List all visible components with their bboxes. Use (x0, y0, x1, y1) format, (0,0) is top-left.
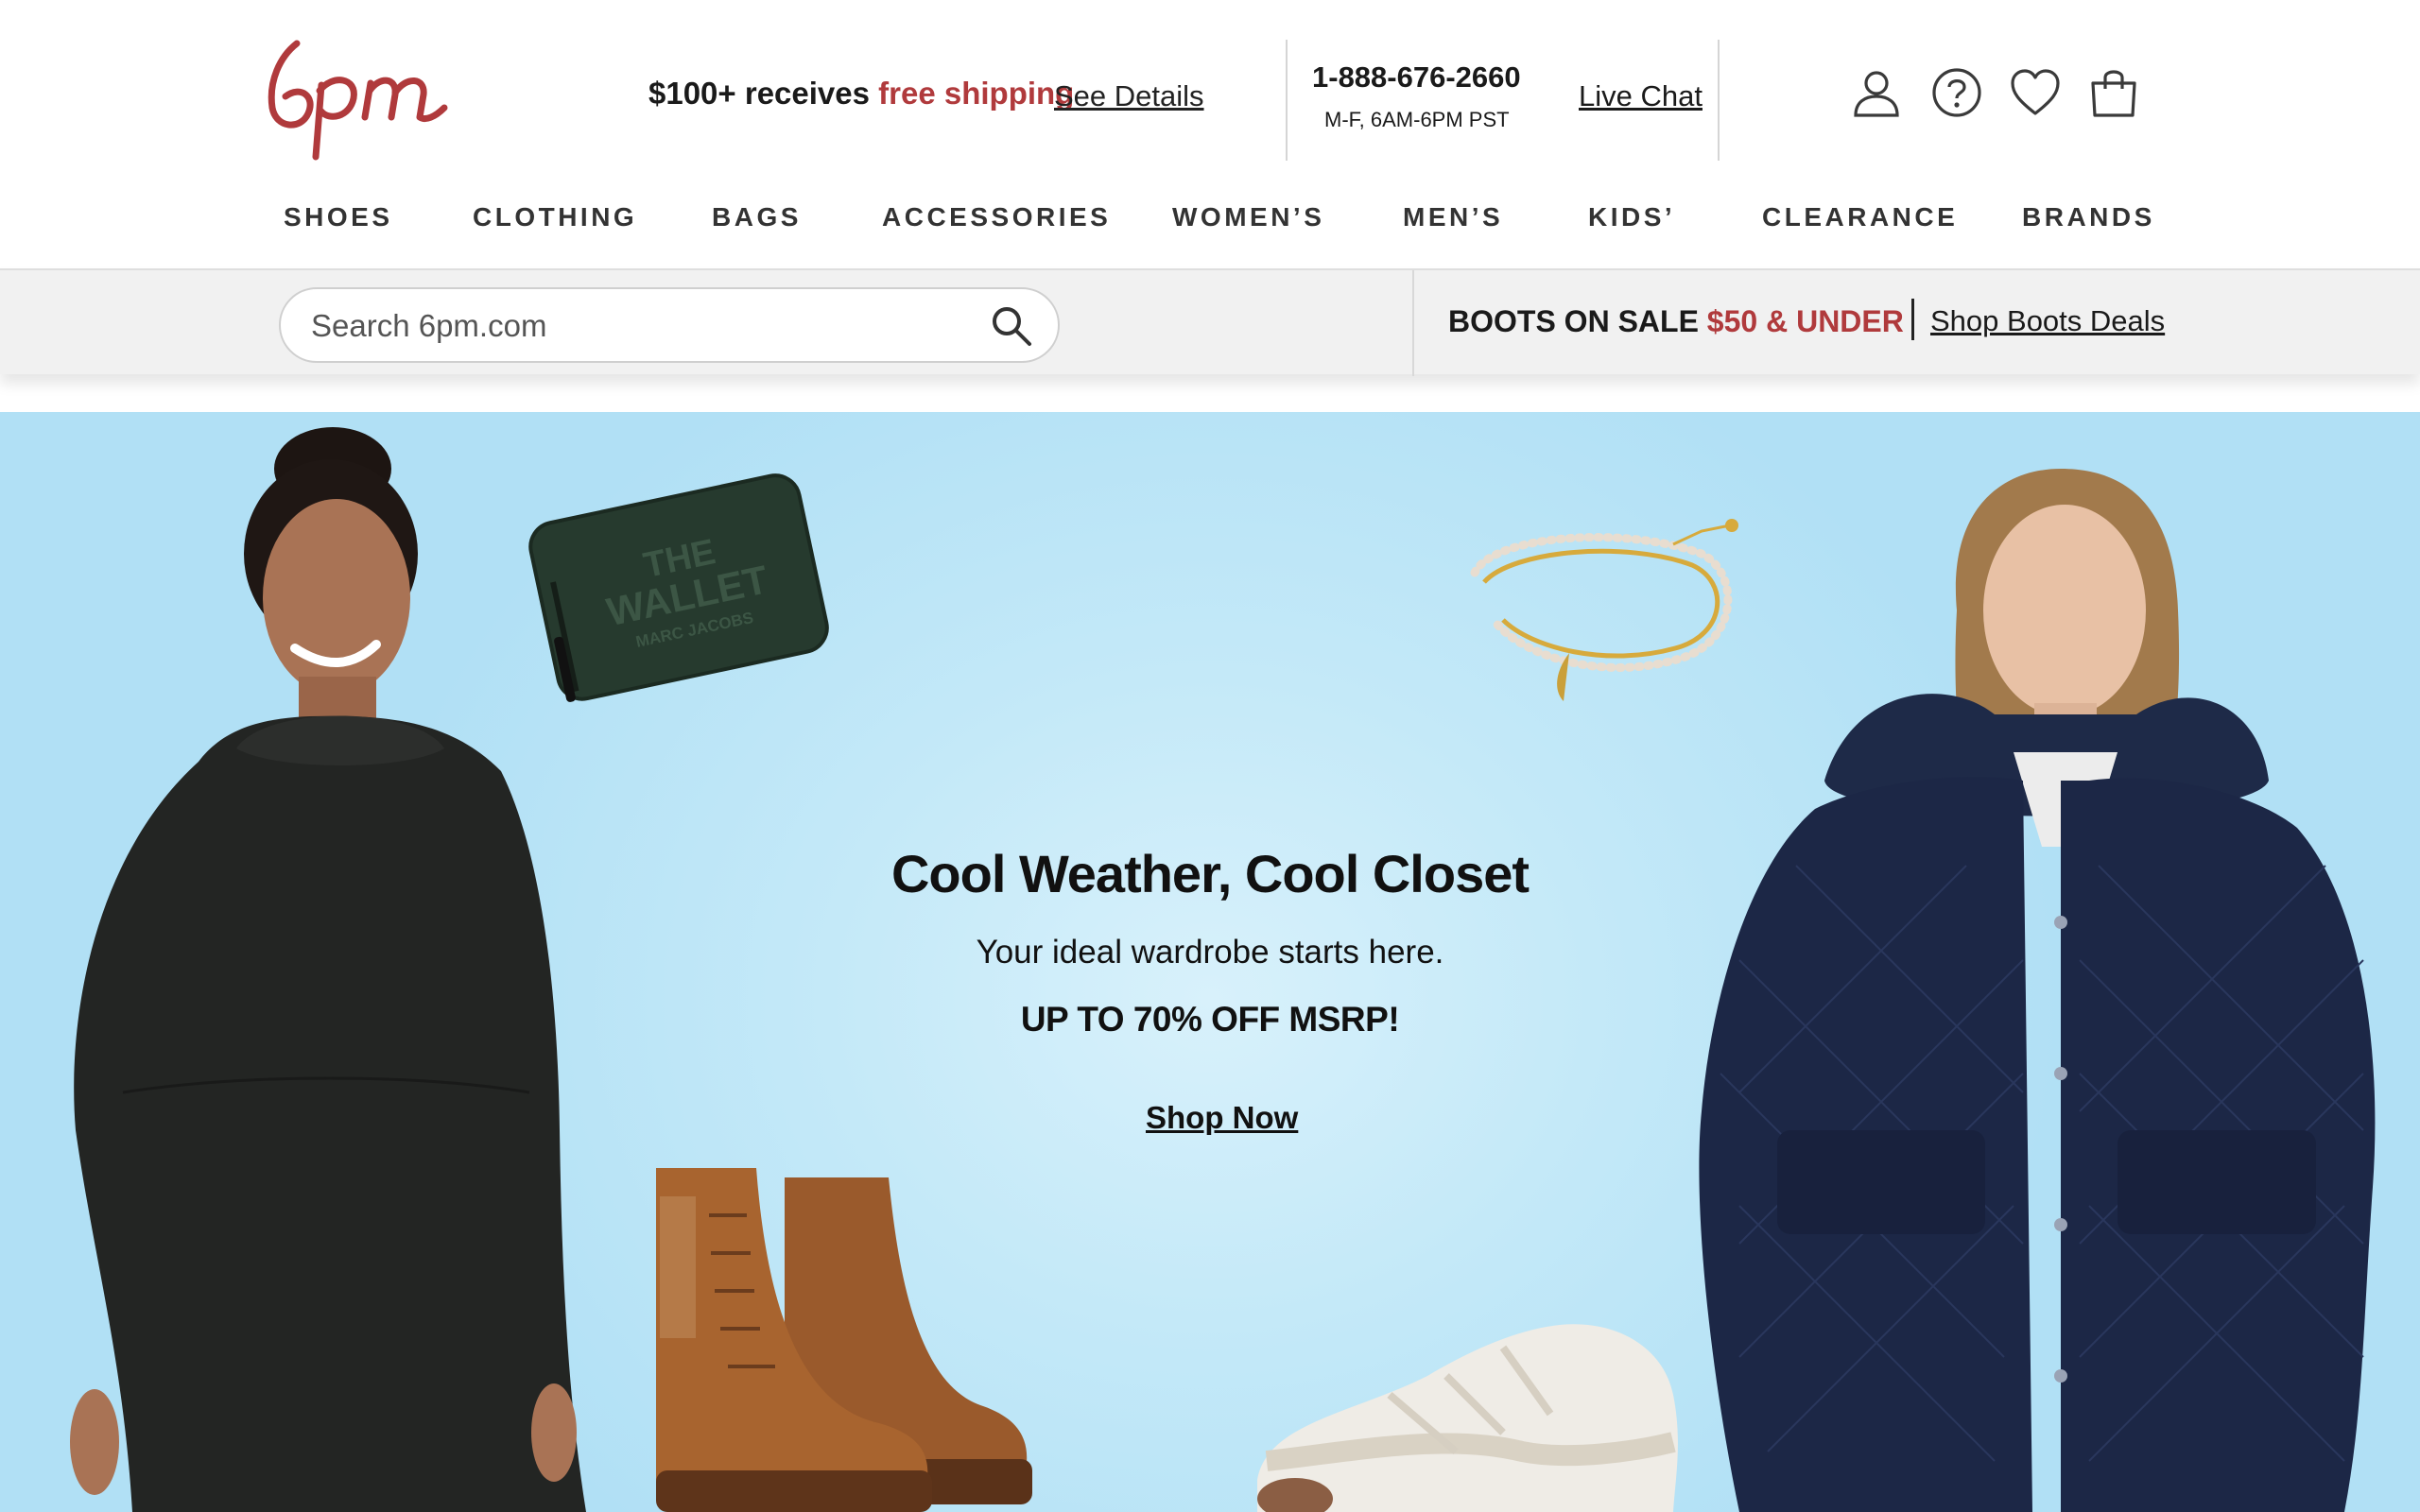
header-divider (1286, 40, 1288, 161)
boots-promo-highlight: $50 & UNDER (1706, 304, 1904, 338)
promo-separator (1911, 299, 1914, 340)
site-header: $100+ receives free shipping See Details… (0, 0, 2420, 170)
live-chat-link[interactable]: Live Chat (1579, 79, 1703, 113)
shop-boots-deals-link[interactable]: Shop Boots Deals (1930, 304, 2165, 338)
hero-subtitle: Your ideal wardrobe starts here. (976, 934, 1444, 971)
nav-item-kids[interactable]: KIDS’ (1588, 202, 1675, 232)
hero-banner[interactable]: THE WALLET MARC JACOBS Cool Weather, Coo… (0, 412, 2420, 1512)
boots-promo-text: BOOTS ON SALE (1448, 304, 1707, 338)
nav-item-brands[interactable]: BRANDS (2022, 202, 2155, 232)
free-shipping-promo: $100+ receives free shipping (648, 76, 1074, 112)
shop-now-button[interactable]: Shop Now (1146, 1100, 1298, 1136)
nav-item-bags[interactable]: BAGS (712, 202, 802, 232)
customer-service-phone[interactable]: 1-888-676-2660 (1312, 60, 1521, 94)
search-icon[interactable] (988, 302, 1035, 350)
marc-jacobs-wallet-image[interactable]: THE WALLET MARC JACOBS (525, 469, 837, 705)
logo-6pm-icon (268, 40, 448, 161)
favorites-heart-icon[interactable] (2009, 66, 2062, 119)
account-icon[interactable] (1850, 66, 1903, 119)
nav-item-clearance[interactable]: CLEARANCE (1762, 202, 1958, 232)
model-navy-jacket-image[interactable] (1683, 469, 2382, 1512)
nav-item-womens[interactable]: WOMEN’S (1172, 202, 1324, 232)
search-strip-divider (1412, 270, 1414, 376)
site-logo[interactable] (263, 36, 458, 161)
nav-item-clothing[interactable]: CLOTHING (473, 202, 637, 232)
shipping-promo-highlight: free shipping (878, 76, 1075, 111)
see-details-link[interactable]: See Details (1054, 79, 1204, 113)
search-box (279, 287, 1060, 363)
brown-combat-boots-image[interactable] (643, 1159, 1040, 1512)
nav-item-shoes[interactable]: SHOES (284, 202, 393, 232)
boots-sale-promo: BOOTS ON SALE $50 & UNDER (1448, 304, 1904, 339)
search-strip: BOOTS ON SALE $50 & UNDER Shop Boots Dea… (0, 268, 2420, 376)
help-icon[interactable] (1930, 66, 1983, 119)
nav-item-accessories[interactable]: ACCESSORIES (882, 202, 1111, 232)
header-divider (1718, 40, 1720, 161)
customer-service-hours: M-F, 6AM-6PM PST (1324, 108, 1510, 131)
shopping-bag-icon[interactable] (2087, 66, 2140, 119)
search-input[interactable] (311, 304, 935, 348)
shipping-promo-text: $100+ receives (648, 76, 879, 111)
main-navigation: SHOES CLOTHING BAGS ACCESSORIES WOMEN’S … (0, 202, 2420, 240)
nav-item-mens[interactable]: MEN’S (1403, 202, 1503, 232)
white-sneaker-image[interactable] (1238, 1310, 1683, 1512)
hero-offer: UP TO 70% OFF MSRP! (1020, 1000, 1400, 1039)
hero-title: Cool Weather, Cool Closet (890, 844, 1530, 903)
